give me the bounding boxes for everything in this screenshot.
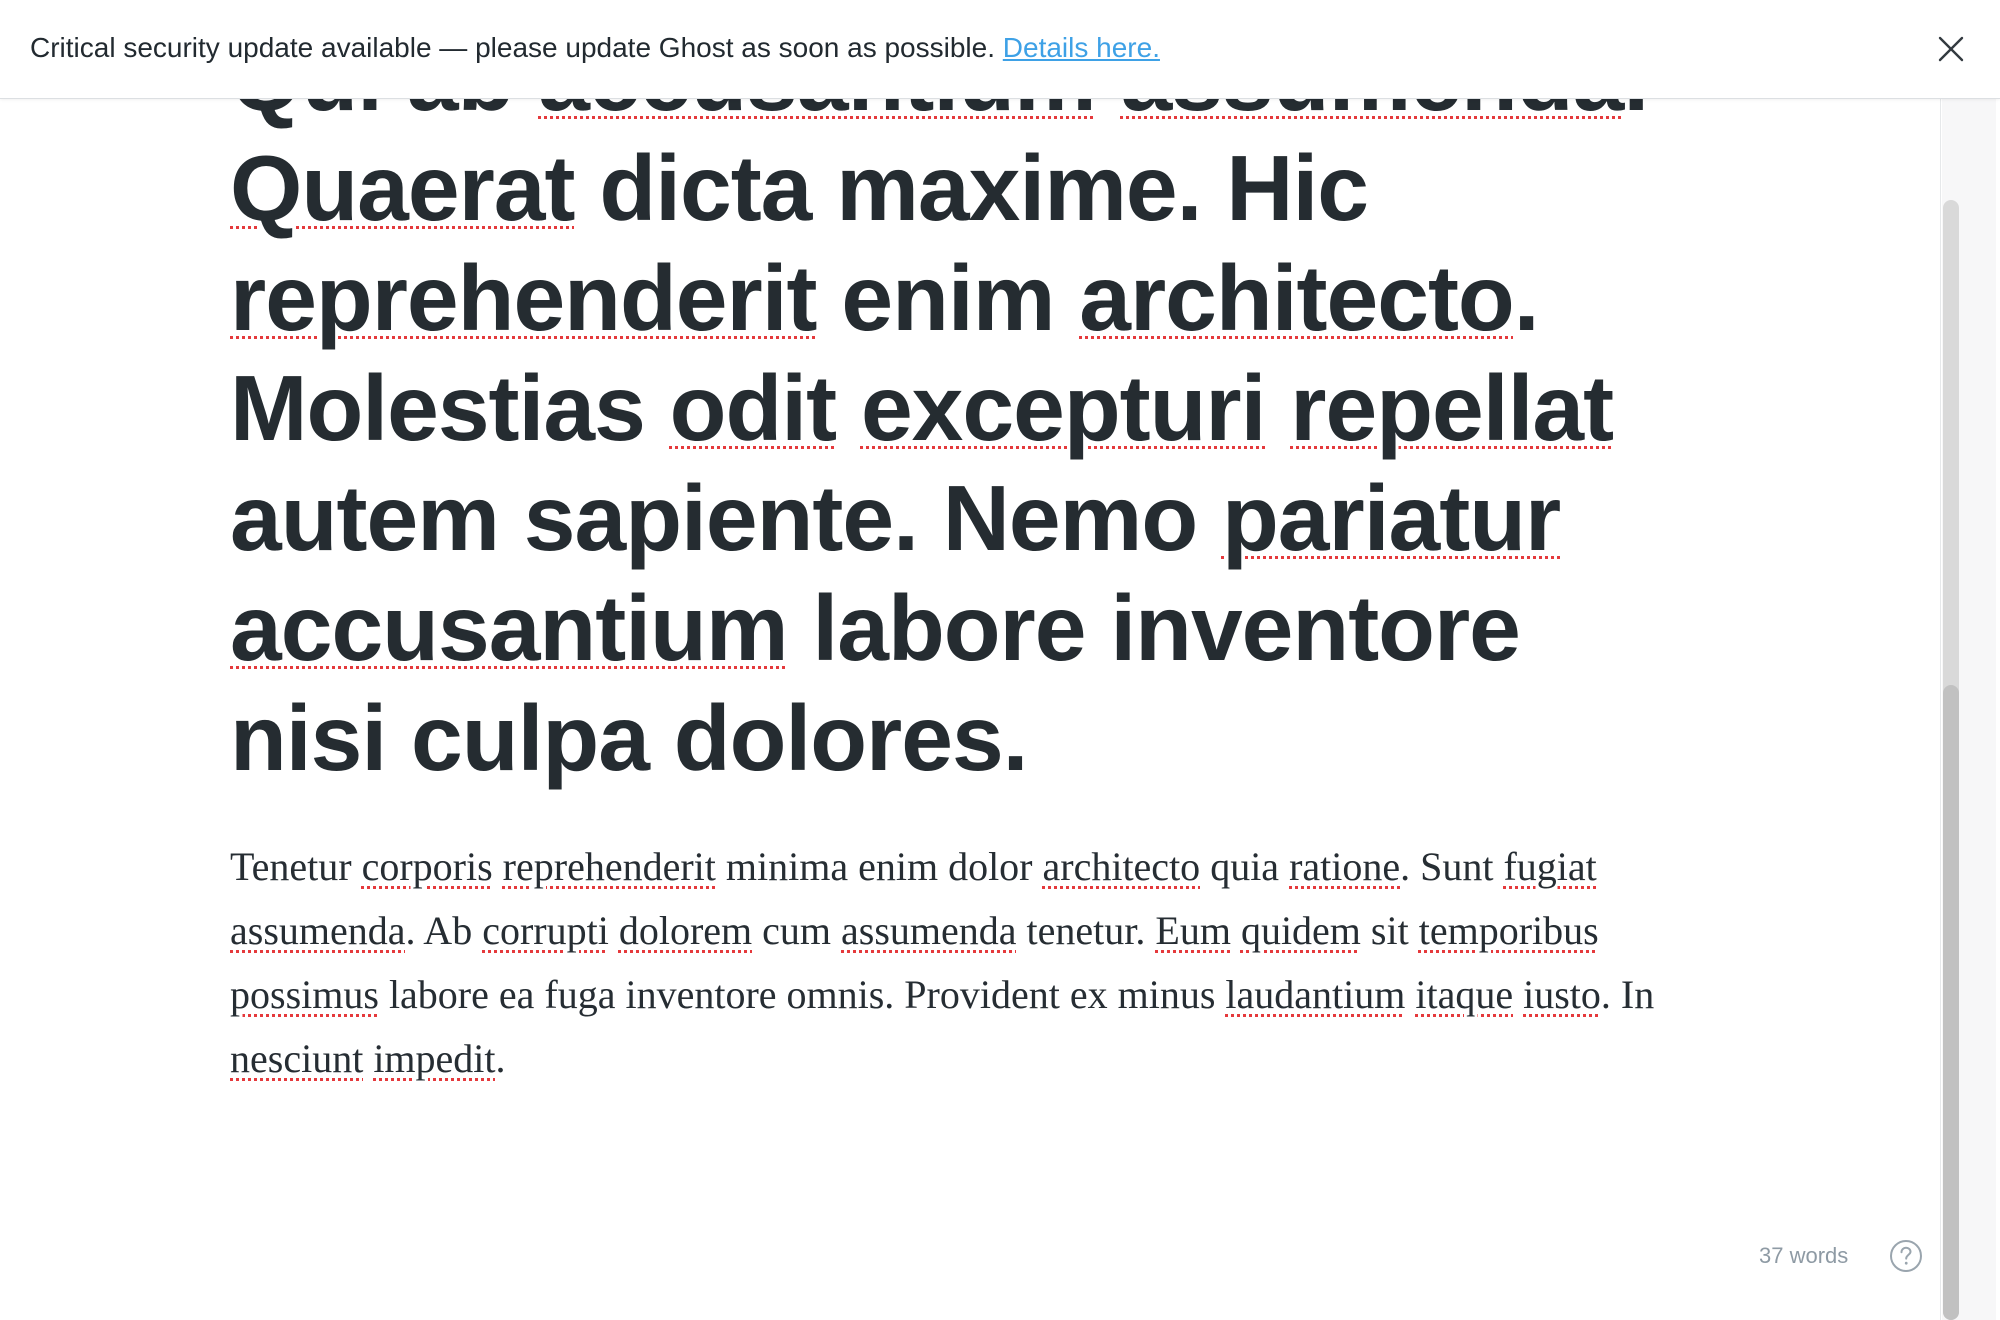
text-run: . In — [1600, 972, 1655, 1017]
misspelled-word: accusantium — [538, 99, 1097, 130]
misspelled-word: accusantium — [230, 576, 789, 680]
text-run — [1231, 908, 1241, 953]
post-body-paragraph[interactable]: Tenetur corporis reprehenderit minima en… — [230, 835, 1700, 1091]
text-run: . Sunt — [1400, 844, 1504, 889]
post-content: Qui ab accusantium assumenda. Quaerat di… — [230, 99, 1700, 1091]
word-count: 37 words — [1759, 1243, 1849, 1268]
text-run — [1405, 972, 1415, 1017]
text-run: cum — [752, 908, 842, 953]
scrollbar-divider — [1940, 99, 1941, 1320]
help-icon[interactable] — [1889, 1239, 1923, 1273]
banner-details-link[interactable]: Details here. — [1003, 32, 1160, 63]
misspelled-word: architecto — [1042, 844, 1201, 889]
text-run: dicta maxime. Hic — [574, 136, 1369, 240]
misspelled-word: possimus — [230, 972, 379, 1017]
misspelled-word: odit — [669, 356, 837, 460]
misspelled-word: repellat — [1290, 356, 1614, 460]
misspelled-word: corrupti — [482, 908, 609, 953]
misspelled-word: assumenda — [230, 908, 406, 953]
text-run — [1265, 356, 1290, 460]
misspelled-word: fugiat — [1503, 844, 1597, 889]
text-run — [1513, 972, 1523, 1017]
text-run — [836, 356, 861, 460]
text-run — [363, 1036, 373, 1081]
editor-canvas[interactable]: Qui ab accusantium assumenda. Quaerat di… — [0, 99, 1940, 1320]
text-run: Tenetur — [230, 844, 362, 889]
misspelled-word: temporibus — [1418, 908, 1599, 953]
misspelled-word: laudantium — [1225, 972, 1406, 1017]
banner-message: Critical security update available — ple… — [30, 32, 995, 63]
text-run: quia — [1200, 844, 1290, 889]
misspelled-word: excepturi — [860, 356, 1267, 460]
text-run — [1096, 99, 1121, 130]
text-run: . Ab — [405, 908, 483, 953]
text-run — [493, 844, 503, 889]
text-run — [609, 908, 619, 953]
text-run: enim — [816, 246, 1080, 350]
close-icon[interactable] — [1932, 30, 1970, 68]
misspelled-word: dolorem — [618, 908, 753, 953]
text-run: sit — [1360, 908, 1419, 953]
text-run: . — [495, 1036, 506, 1081]
misspelled-word: ratione — [1289, 844, 1401, 889]
text-run: Qui ab — [230, 99, 538, 130]
misspelled-word: nesciunt — [230, 1036, 364, 1081]
misspelled-word: quidem — [1240, 908, 1361, 953]
misspelled-word: assumenda — [1121, 99, 1625, 130]
security-update-banner: Critical security update available — ple… — [0, 0, 2000, 99]
misspelled-word: reprehenderit — [230, 246, 818, 350]
misspelled-word: architecto — [1079, 246, 1514, 350]
text-run: . — [1623, 99, 1649, 130]
misspelled-word: pariatur — [1221, 466, 1561, 570]
misspelled-word: assumenda — [841, 908, 1017, 953]
misspelled-word: itaque — [1415, 972, 1514, 1017]
misspelled-word: reprehenderit — [502, 844, 716, 889]
text-run: autem sapiente. Nemo — [230, 466, 1222, 570]
text-run: labore ea fuga inventore omnis. Providen… — [378, 972, 1226, 1017]
post-title[interactable]: Qui ab accusantium assumenda. Quaerat di… — [230, 99, 1700, 793]
misspelled-word: Quaerat — [230, 136, 575, 240]
misspelled-word: corporis — [361, 844, 493, 889]
text-run: tenetur. — [1016, 908, 1156, 953]
misspelled-word: Eum — [1155, 908, 1231, 953]
scrollbar-thumb[interactable] — [1943, 685, 1959, 1320]
misspelled-word: iusto — [1523, 972, 1601, 1017]
banner-text: Critical security update available — ple… — [30, 28, 1160, 68]
text-run: minima enim dolor — [715, 844, 1043, 889]
misspelled-word: impedit — [373, 1036, 496, 1081]
